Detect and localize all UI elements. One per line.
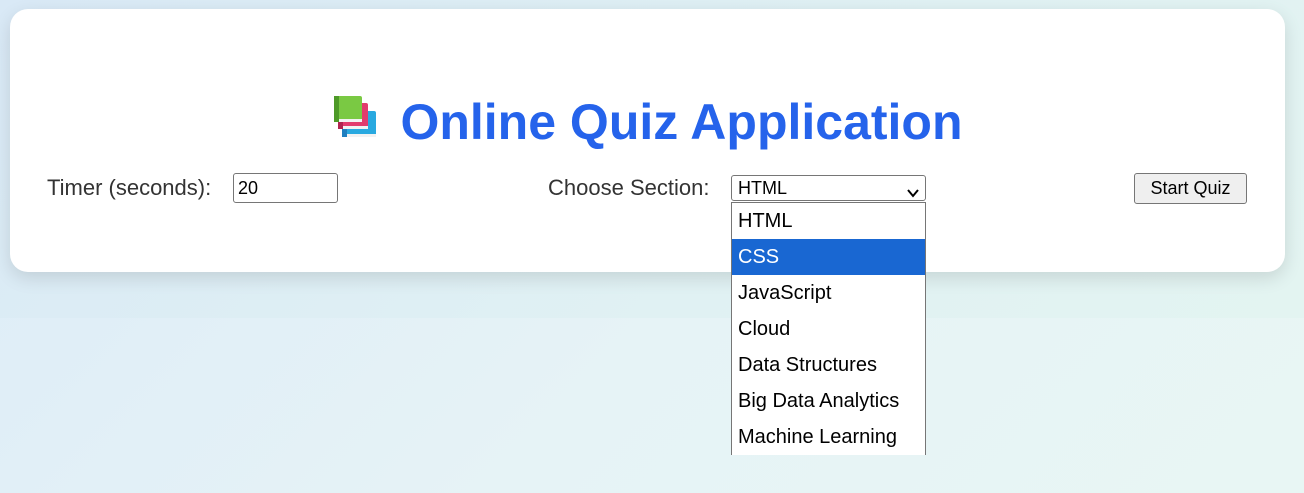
start-quiz-button[interactable]: Start Quiz	[1134, 173, 1247, 204]
dropdown-option-javascript[interactable]: JavaScript	[732, 275, 925, 311]
timer-label: Timer (seconds):	[47, 175, 212, 200]
section-dropdown-list[interactable]: HTML CSS JavaScript Cloud Data Structures Big…	[731, 202, 926, 455]
books-icon	[332, 93, 382, 143]
dropdown-option-data-structures[interactable]: Data Structures	[732, 347, 925, 383]
dropdown-option-machine-learning[interactable]: Machine Learning	[732, 419, 925, 455]
page-header: Online Quiz Application	[10, 93, 1285, 151]
chevron-down-icon	[906, 182, 920, 198]
dropdown-option-big-data-analytics[interactable]: Big Data Analytics	[732, 383, 925, 419]
dropdown-option-css[interactable]: CSS	[732, 239, 925, 275]
section-select-value: HTML	[738, 178, 787, 198]
section-select[interactable]: HTML	[731, 175, 926, 201]
dropdown-option-cloud[interactable]: Cloud	[732, 311, 925, 347]
section-label: Choose Section:	[548, 175, 710, 200]
page-title: Online Quiz Application	[400, 94, 963, 150]
dropdown-option-html[interactable]: HTML	[732, 203, 925, 239]
timer-input[interactable]	[233, 173, 338, 203]
quiz-setup-card: Online Quiz Application Timer (seconds):…	[10, 9, 1285, 272]
